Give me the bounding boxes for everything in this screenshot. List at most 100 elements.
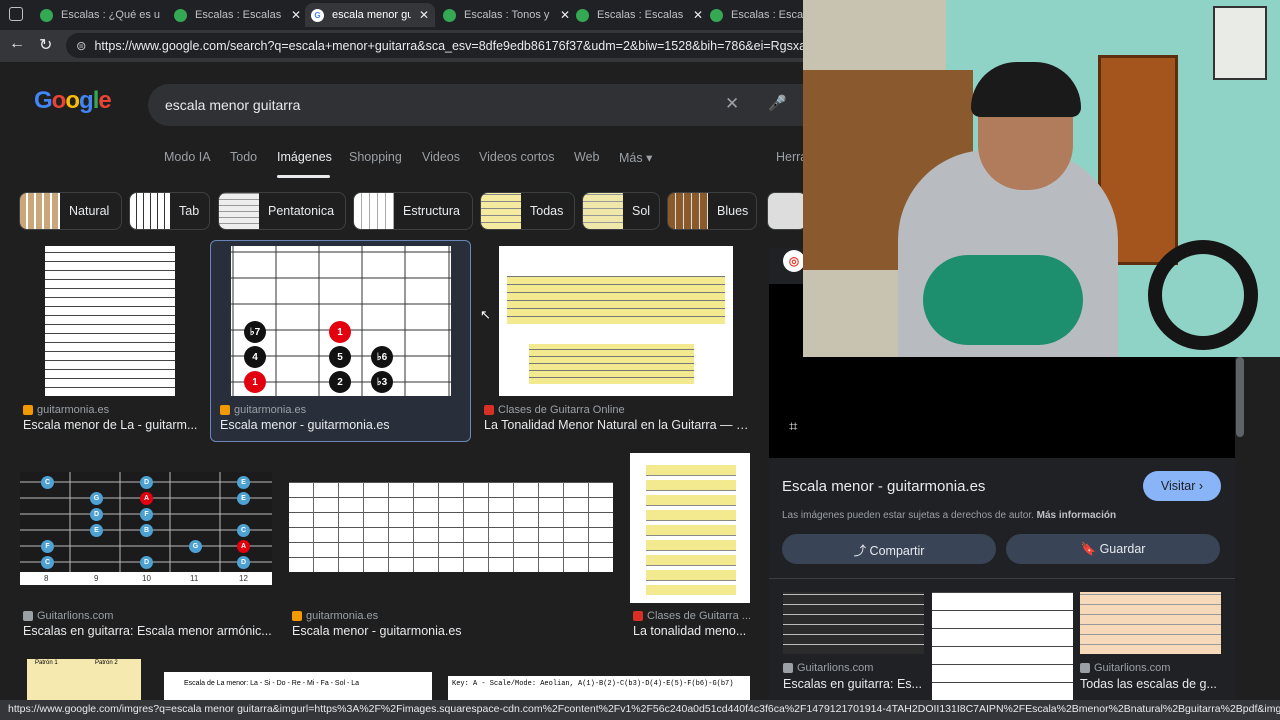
fret-number: 12 bbox=[239, 574, 248, 583]
image-caption: Patrón 1 bbox=[35, 660, 58, 666]
result-source[interactable]: Clases de Guitarra Online bbox=[484, 404, 625, 416]
filter-chip-estructura[interactable]: Estructura bbox=[353, 192, 473, 230]
site-favicon-icon bbox=[633, 611, 643, 621]
result-image-1[interactable] bbox=[20, 246, 200, 396]
result-image-9[interactable]: Key: A - Scale/Mode: Aeolian, A(1)-B(2)-… bbox=[448, 676, 750, 700]
browser-tab[interactable]: Escalas : Escalas m ✕ bbox=[174, 3, 302, 27]
close-tab-icon[interactable]: ✕ bbox=[291, 8, 301, 22]
close-tab-icon[interactable]: ✕ bbox=[693, 8, 703, 22]
note-dot: D bbox=[140, 556, 153, 569]
result-image-2[interactable]: ♭7 1 4 5 ♭6 1 2 ♭3 bbox=[231, 246, 451, 396]
tab-web[interactable]: Web bbox=[574, 150, 599, 164]
address-bar[interactable]: ⊜ https://www.google.com/search?q=escala… bbox=[66, 33, 826, 58]
note-dot: ♭7 bbox=[244, 321, 266, 343]
filter-chip-todas[interactable]: Todas bbox=[480, 192, 575, 230]
browser-tab[interactable]: Escalas : Tonos y s ✕ bbox=[443, 3, 571, 27]
tab-modo-ia[interactable]: Modo IA bbox=[164, 150, 211, 164]
tab-todo[interactable]: Todo bbox=[230, 150, 257, 164]
result-image-8[interactable]: Escala de La menor: La - Si - Do - Re - … bbox=[164, 672, 432, 700]
close-tab-icon[interactable]: ✕ bbox=[419, 8, 429, 22]
result-title[interactable]: Escala menor de La - guitarm... bbox=[23, 418, 198, 432]
visual-search-icon[interactable]: ⌗ bbox=[789, 418, 797, 435]
related-title[interactable]: Todas las escalas de g... bbox=[1080, 677, 1220, 691]
save-button[interactable]: 🔖 Guardar bbox=[1006, 534, 1220, 564]
related-source[interactable]: Guitarlions.com bbox=[783, 662, 873, 674]
note-dot: 1 bbox=[329, 321, 351, 343]
result-image-3[interactable] bbox=[499, 246, 733, 396]
more-info-link[interactable]: Más información bbox=[1037, 510, 1116, 521]
tab-videos[interactable]: Videos bbox=[422, 150, 460, 164]
result-source[interactable]: Clases de Guitarra ... bbox=[633, 610, 751, 622]
site-favicon-icon bbox=[40, 8, 53, 22]
close-tab-icon[interactable]: ✕ bbox=[560, 8, 570, 22]
browser-tab[interactable]: Escalas : ¿Qué es u bbox=[40, 3, 170, 27]
tab-mas[interactable]: Más ▾ bbox=[619, 150, 652, 165]
tab-search-icon[interactable] bbox=[9, 7, 23, 21]
result-title[interactable]: Escalas en guitarra: Escala menor armóni… bbox=[23, 624, 273, 638]
related-image-3[interactable] bbox=[1080, 592, 1221, 654]
note-dot: E bbox=[237, 492, 250, 505]
filter-chip-more[interactable] bbox=[767, 192, 807, 230]
related-image-1[interactable] bbox=[783, 592, 924, 654]
result-title[interactable]: Escala menor - guitarmonia.es bbox=[292, 624, 592, 638]
browser-tab-active[interactable]: G escala menor guita ✕ bbox=[305, 3, 435, 27]
note-dot: 1 bbox=[244, 371, 266, 393]
site-info-icon[interactable]: ⊜ bbox=[76, 38, 86, 53]
google-lens-icon[interactable]: ◎ bbox=[783, 250, 805, 272]
chip-thumbnail bbox=[130, 193, 170, 229]
tab-imagenes[interactable]: Imágenes bbox=[277, 150, 332, 164]
filter-chip-tab[interactable]: Tab bbox=[129, 192, 210, 230]
note-dot: C bbox=[237, 524, 250, 537]
filter-chip-sol[interactable]: Sol bbox=[582, 192, 660, 230]
note-dot: E bbox=[237, 476, 250, 489]
filter-chip-natural[interactable]: Natural bbox=[19, 192, 122, 230]
active-tab-indicator bbox=[277, 175, 330, 178]
result-title[interactable]: Escala menor - guitarmonia.es bbox=[220, 418, 460, 432]
filter-chip-pentatonica[interactable]: Pentatonica bbox=[218, 192, 346, 230]
note-dot: D bbox=[140, 476, 153, 489]
scale-chart bbox=[529, 344, 694, 384]
tab-videos-cortos[interactable]: Videos cortos bbox=[479, 150, 555, 164]
image-caption: Patrón 2 bbox=[95, 660, 118, 666]
note-dot: F bbox=[41, 540, 54, 553]
result-source[interactable]: guitarmonia.es bbox=[220, 404, 306, 416]
result-image-4[interactable]: C D E G A E D E F B C F A D C D G 8 9 10… bbox=[20, 472, 272, 585]
result-image-5[interactable] bbox=[289, 482, 613, 572]
back-arrow-icon[interactable]: ← bbox=[9, 35, 25, 53]
site-favicon-icon bbox=[576, 8, 589, 22]
clear-search-icon[interactable]: ✕ bbox=[725, 94, 739, 114]
result-title[interactable]: La Tonalidad Menor Natural en la Guitarr… bbox=[484, 418, 749, 432]
related-source[interactable]: Guitarlions.com bbox=[1080, 662, 1170, 674]
site-favicon-icon bbox=[174, 8, 187, 22]
browser-tab[interactable]: Escalas : Escalas bbox=[710, 3, 805, 27]
guitar-body bbox=[923, 255, 1083, 345]
filter-chip-blues[interactable]: Blues bbox=[667, 192, 757, 230]
result-source[interactable]: Guitarlions.com bbox=[23, 610, 113, 622]
result-image-6[interactable] bbox=[630, 453, 750, 603]
microphone-icon[interactable]: 🎤 bbox=[768, 94, 787, 112]
webcam-overlay bbox=[803, 0, 1280, 357]
reload-icon[interactable]: ↻ bbox=[39, 35, 52, 55]
result-image-7[interactable]: Patrón 1 Patrón 2 bbox=[27, 659, 141, 700]
chip-thumbnail bbox=[20, 193, 60, 229]
share-button[interactable]: ⤴ Compartir bbox=[782, 534, 996, 564]
google-logo[interactable]: Google bbox=[34, 87, 112, 115]
panel-title[interactable]: Escala menor - guitarmonia.es bbox=[782, 478, 985, 495]
search-input[interactable]: escala menor guitarra ✕ 🎤 bbox=[148, 84, 828, 126]
site-favicon-icon bbox=[292, 611, 302, 621]
tab-shopping[interactable]: Shopping bbox=[349, 150, 402, 164]
result-title[interactable]: La tonalidad meno... bbox=[633, 624, 748, 638]
visit-button[interactable]: Visitar › bbox=[1143, 471, 1221, 501]
site-favicon-icon bbox=[443, 8, 456, 22]
related-title[interactable]: Escalas en guitarra: Es... bbox=[783, 677, 923, 691]
fret-number: 9 bbox=[94, 574, 99, 583]
result-source[interactable]: guitarmonia.es bbox=[292, 610, 378, 622]
related-image-2[interactable] bbox=[932, 592, 1073, 700]
image-caption: Escala de La menor: La - Si - Do - Re - … bbox=[184, 680, 360, 687]
result-source[interactable]: guitarmonia.es bbox=[23, 404, 109, 416]
browser-tab[interactable]: Escalas : Escalas re ✕ bbox=[576, 3, 704, 27]
site-favicon-icon bbox=[710, 8, 723, 22]
search-query: escala menor guitarra bbox=[165, 97, 301, 113]
note-dot: F bbox=[140, 508, 153, 521]
panel-scrollbar[interactable] bbox=[1236, 357, 1244, 437]
